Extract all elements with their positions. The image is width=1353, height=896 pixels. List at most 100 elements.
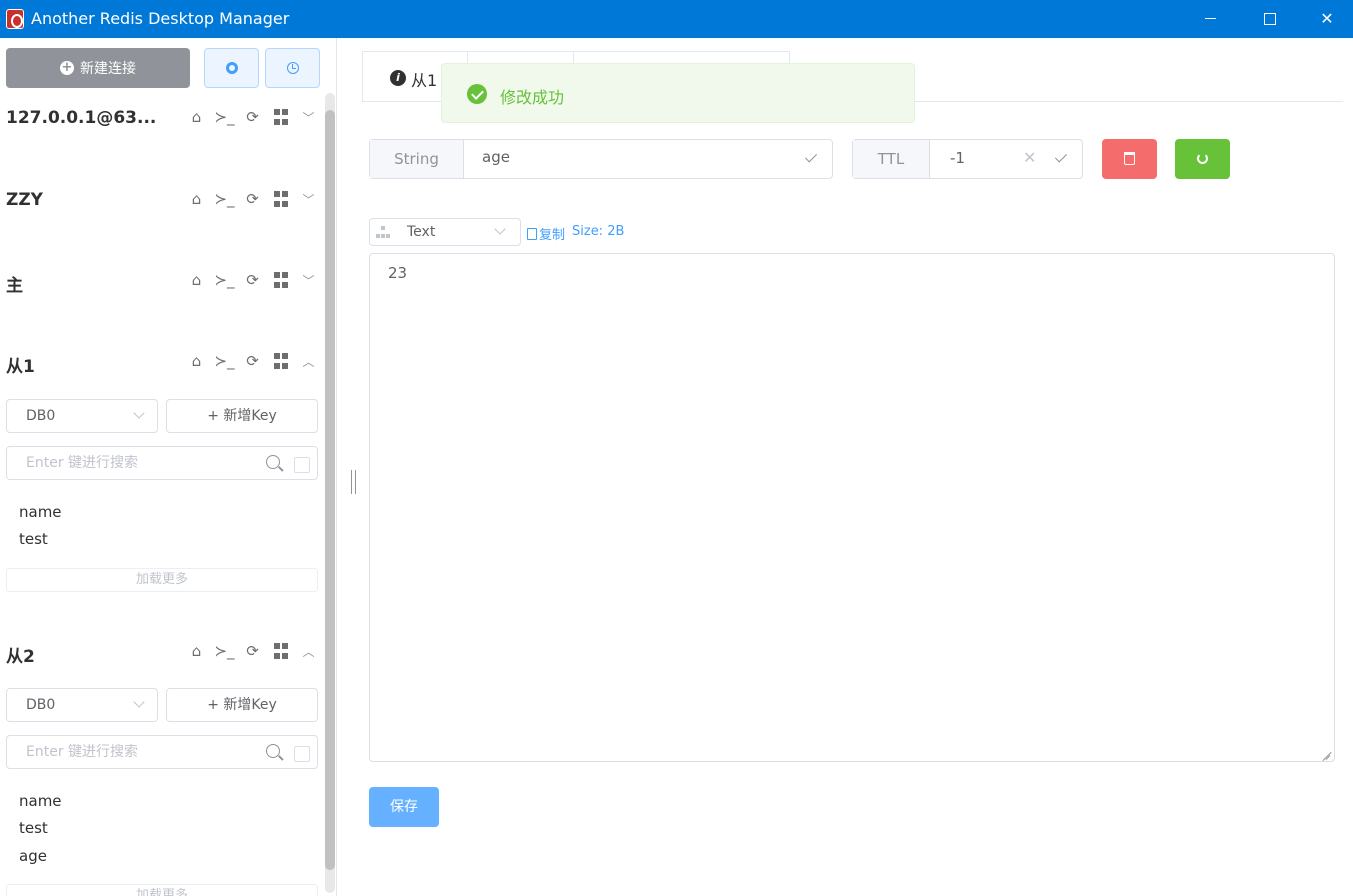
- settings-button[interactable]: [204, 48, 259, 88]
- save-button[interactable]: 保存: [369, 787, 439, 827]
- exact-search-checkbox[interactable]: [294, 746, 310, 762]
- key-search-input[interactable]: [7, 447, 257, 479]
- clear-icon[interactable]: ✕: [1023, 148, 1036, 167]
- sidebar: + 新建连接 127.0.0.1@63... ⌂ ≻_ ⟳ ﹀ ZZY ⌂ ≻_…: [0, 38, 336, 896]
- plus-circle-icon: +: [60, 60, 74, 75]
- connection-name: 从1: [6, 357, 35, 377]
- grid-icon[interactable]: [271, 108, 290, 126]
- connection-header[interactable]: 127.0.0.1@63... ⌂ ≻_ ⟳ ﹀: [0, 104, 320, 134]
- maximize-button[interactable]: [1240, 0, 1298, 38]
- db-select-value: DB0: [26, 408, 56, 424]
- home-icon[interactable]: ⌂: [187, 271, 206, 289]
- command-history-button[interactable]: [265, 48, 320, 88]
- copy-label: 复制: [539, 228, 566, 243]
- db-select[interactable]: DB0: [6, 688, 158, 722]
- refresh-key-button[interactable]: [1175, 139, 1230, 179]
- refresh-icon[interactable]: ⟳: [243, 108, 262, 126]
- load-more-button[interactable]: 加载更多: [6, 884, 318, 896]
- delete-key-button[interactable]: [1102, 139, 1157, 179]
- search-icon[interactable]: [266, 744, 280, 758]
- connection-header[interactable]: 从1 ⌂ ≻_ ⟳ ︿: [0, 348, 320, 378]
- refresh-icon: [1197, 153, 1208, 164]
- connection-name: 主: [6, 276, 23, 296]
- format-select[interactable]: Text: [369, 218, 521, 246]
- refresh-icon[interactable]: ⟳: [243, 642, 262, 660]
- chevron-down-icon: [494, 223, 506, 235]
- info-icon: i: [390, 70, 406, 86]
- load-more-button[interactable]: 加载更多: [6, 568, 318, 592]
- key-list-item[interactable]: test: [19, 819, 48, 837]
- size-label: Size: 2B: [572, 224, 625, 239]
- key-name-group: String age: [369, 139, 833, 179]
- close-button[interactable]: ✕: [1298, 0, 1353, 38]
- connection-header[interactable]: 主 ⌂ ≻_ ⟳ ﹀: [0, 267, 320, 297]
- sidebar-scrollbar-thumb[interactable]: [325, 110, 335, 870]
- grid-icon[interactable]: [271, 642, 290, 660]
- connection-name: 127.0.0.1@63...: [6, 108, 157, 128]
- add-key-button[interactable]: + 新增Key: [166, 688, 318, 722]
- new-connection-label: 新建连接: [80, 61, 136, 77]
- terminal-icon[interactable]: ≻_: [214, 642, 234, 660]
- ttl-group: TTL -1 ✕: [852, 139, 1083, 179]
- chevron-down-icon: [133, 407, 145, 419]
- chevron-down-icon[interactable]: ﹀: [299, 271, 318, 289]
- minimize-button[interactable]: [1182, 0, 1240, 38]
- refresh-icon[interactable]: ⟳: [243, 271, 262, 289]
- grid-icon[interactable]: [271, 271, 290, 289]
- exact-search-checkbox[interactable]: [294, 457, 310, 473]
- key-list-item[interactable]: test: [19, 530, 48, 548]
- tab-label: 从1: [411, 71, 438, 90]
- connection-header[interactable]: 从2 ⌂ ≻_ ⟳ ︿: [0, 638, 320, 668]
- terminal-icon[interactable]: ≻_: [214, 108, 234, 126]
- home-icon[interactable]: ⌂: [187, 190, 206, 208]
- key-search-box: [6, 446, 318, 480]
- connection-name: 从2: [6, 647, 35, 667]
- tree-icon: [376, 226, 390, 238]
- toast-message: 修改成功: [500, 88, 565, 107]
- chevron-up-icon[interactable]: ︿: [299, 642, 318, 660]
- chevron-down-icon: [133, 696, 145, 708]
- confirm-rename-icon[interactable]: [804, 150, 818, 163]
- refresh-icon[interactable]: ⟳: [243, 190, 262, 208]
- sidebar-divider: [336, 38, 337, 896]
- key-list-item[interactable]: age: [19, 847, 47, 865]
- chevron-down-icon[interactable]: ﹀: [299, 108, 318, 126]
- clock-icon: [286, 62, 299, 74]
- ttl-label: TTL: [853, 140, 930, 178]
- grid-icon[interactable]: [271, 190, 290, 208]
- connection-header[interactable]: ZZY ⌂ ≻_ ⟳ ﹀: [0, 186, 320, 216]
- key-type-label: String: [370, 140, 464, 178]
- ttl-input[interactable]: -1: [950, 149, 965, 167]
- home-icon[interactable]: ⌂: [187, 108, 206, 126]
- trash-icon: [1124, 152, 1135, 165]
- db-select[interactable]: DB0: [6, 399, 158, 433]
- add-key-button[interactable]: + 新增Key: [166, 399, 318, 433]
- key-list-item[interactable]: name: [19, 503, 62, 521]
- copy-button[interactable]: 复制: [527, 224, 565, 243]
- resize-grip-icon[interactable]: [1319, 747, 1331, 759]
- window-titlebar: Another Redis Desktop Manager ✕: [0, 0, 1353, 38]
- search-icon[interactable]: [266, 455, 280, 469]
- home-icon[interactable]: ⌂: [187, 352, 206, 370]
- check-circle-icon: [467, 84, 487, 104]
- home-icon[interactable]: ⌂: [187, 642, 206, 660]
- terminal-icon[interactable]: ≻_: [214, 352, 234, 370]
- confirm-ttl-icon[interactable]: [1054, 150, 1068, 163]
- grid-icon[interactable]: [271, 352, 290, 370]
- value-editor[interactable]: 23: [369, 253, 1335, 762]
- gear-icon: [225, 62, 238, 74]
- key-search-box: [6, 735, 318, 769]
- new-connection-button[interactable]: + 新建连接: [6, 48, 190, 88]
- terminal-icon[interactable]: ≻_: [214, 271, 234, 289]
- success-toast: 修改成功: [441, 63, 915, 123]
- refresh-icon[interactable]: ⟳: [243, 352, 262, 370]
- format-value: Text: [407, 224, 436, 240]
- key-list-item[interactable]: name: [19, 792, 62, 810]
- terminal-icon[interactable]: ≻_: [214, 190, 234, 208]
- resize-handle[interactable]: [351, 470, 356, 494]
- db-select-value: DB0: [26, 697, 56, 713]
- key-name-input[interactable]: age: [482, 148, 510, 166]
- key-search-input[interactable]: [7, 736, 257, 768]
- chevron-up-icon[interactable]: ︿: [299, 352, 318, 370]
- chevron-down-icon[interactable]: ﹀: [299, 190, 318, 208]
